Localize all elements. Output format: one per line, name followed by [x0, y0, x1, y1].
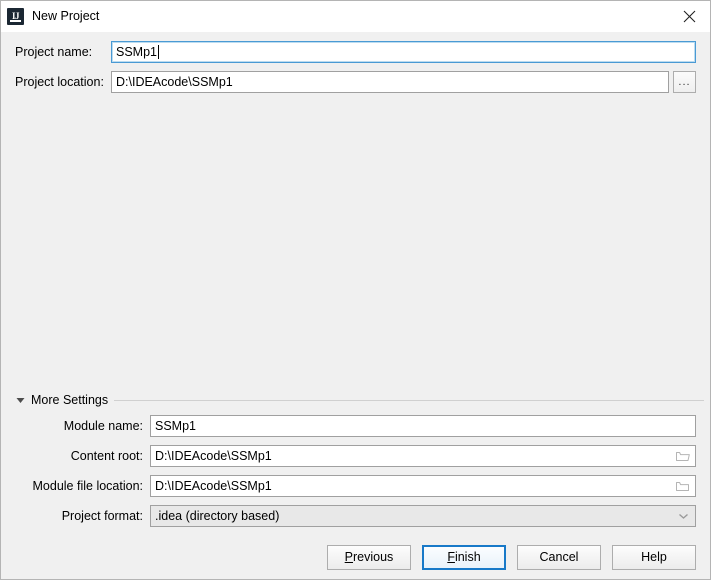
project-location-value: D:\IDEAcode\SSMp1: [116, 75, 233, 89]
cancel-button[interactable]: Cancel: [517, 544, 601, 570]
module-file-location-row: Module file location: D:\IDEAcode\SSMp1: [15, 475, 696, 497]
finish-button[interactable]: Finish: [422, 544, 506, 570]
window-title: New Project: [32, 9, 100, 24]
more-settings-label: More Settings: [31, 393, 109, 407]
project-location-input[interactable]: D:\IDEAcode\SSMp1: [111, 71, 669, 93]
folder-icon[interactable]: [675, 448, 691, 464]
module-name-value: SSMp1: [155, 419, 196, 433]
module-file-location-value: D:\IDEAcode\SSMp1: [155, 479, 272, 493]
intellij-idea-icon: IJ: [7, 8, 24, 25]
project-location-label: Project location:: [15, 75, 104, 89]
finish-button-label: inish: [454, 550, 481, 564]
project-name-row: Project name: SSMp1: [1, 41, 710, 63]
project-location-row: Project location: D:\IDEAcode\SSMp1 ...: [1, 71, 710, 93]
project-format-label: Project format:: [61, 509, 143, 523]
project-location-browse-button[interactable]: ...: [673, 71, 696, 93]
content-root-input[interactable]: D:\IDEAcode\SSMp1: [150, 445, 696, 467]
close-icon: [683, 10, 696, 23]
dialog-button-bar: Previous Finish Cancel Help: [1, 535, 710, 579]
ellipsis-icon: ...: [678, 75, 691, 88]
content-root-row: Content root: D:\IDEAcode\SSMp1: [15, 445, 696, 467]
previous-button-label: revious: [353, 550, 394, 564]
previous-button[interactable]: Previous: [327, 544, 411, 570]
project-name-value: SSMp1: [116, 45, 157, 59]
more-settings-body: Module name: SSMp1 Content root: D:\IDEA…: [1, 415, 710, 535]
project-format-value: .idea (directory based): [155, 509, 280, 523]
module-name-input[interactable]: SSMp1: [150, 415, 696, 437]
folder-icon[interactable]: [675, 478, 691, 494]
project-format-row: Project format: .idea (directory based): [15, 505, 696, 527]
module-name-label: Module name:: [63, 419, 143, 433]
title-bar: IJ New Project: [1, 1, 710, 32]
content-root-value: D:\IDEAcode\SSMp1: [155, 449, 272, 463]
project-name-input[interactable]: SSMp1: [111, 41, 696, 63]
triangle-down-icon: [15, 395, 26, 406]
help-button-label: Help: [641, 550, 667, 564]
chevron-down-icon: [675, 508, 691, 524]
finish-button-mnemonic: F: [447, 550, 455, 564]
help-button[interactable]: Help: [612, 544, 696, 570]
more-settings-toggle[interactable]: More Settings: [1, 391, 710, 409]
previous-button-mnemonic: P: [344, 550, 354, 564]
project-name-label: Project name:: [15, 45, 93, 59]
project-format-select[interactable]: .idea (directory based): [150, 505, 696, 527]
new-project-dialog: IJ New Project Project name: SSMp1 Proje…: [0, 0, 711, 580]
dialog-empty-area: [1, 101, 710, 391]
module-file-location-input[interactable]: D:\IDEAcode\SSMp1: [150, 475, 696, 497]
module-name-row: Module name: SSMp1: [15, 415, 696, 437]
content-root-label: Content root:: [70, 449, 143, 463]
close-button[interactable]: [669, 1, 710, 31]
more-settings-separator: [114, 399, 704, 401]
module-file-location-label: Module file location:: [32, 479, 143, 493]
top-fields-area: Project name: SSMp1 Project location: D:…: [1, 32, 710, 101]
cancel-button-label: Cancel: [539, 550, 579, 564]
text-caret: [158, 45, 159, 59]
